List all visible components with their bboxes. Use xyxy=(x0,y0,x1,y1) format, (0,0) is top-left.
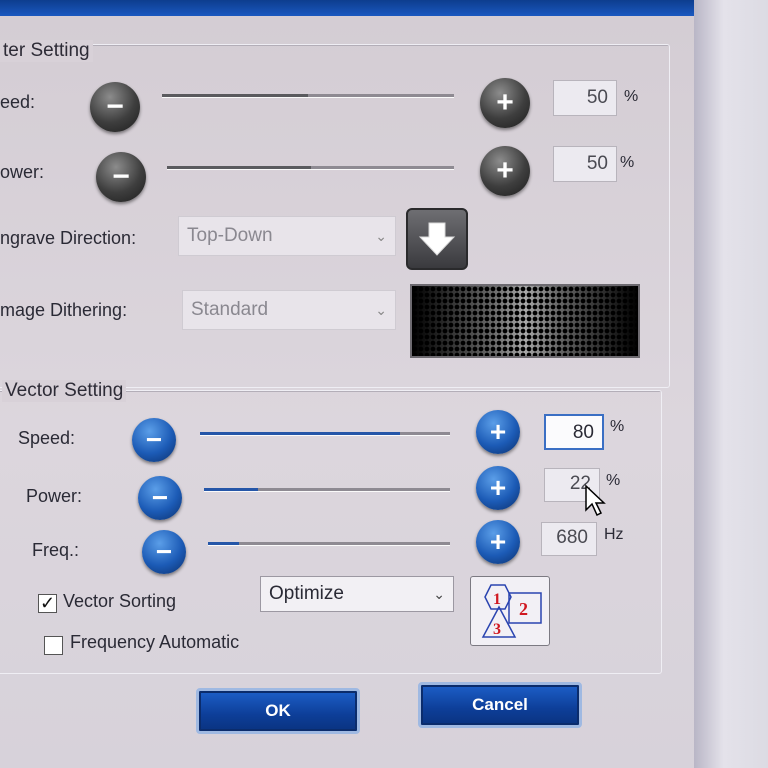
minus-icon: − xyxy=(112,160,130,193)
raster-power-increase-button[interactable]: + xyxy=(480,146,530,196)
frequency-automatic-checkbox[interactable] xyxy=(44,636,63,655)
window-title-bar xyxy=(0,0,700,16)
raster-setting-title: ter Setting xyxy=(0,40,93,62)
raster-power-unit: % xyxy=(620,154,635,171)
vector-freq-label: Freq.: xyxy=(32,540,80,560)
raster-power-label: ower: xyxy=(0,162,45,182)
raster-speed-input[interactable]: 50 xyxy=(553,80,617,116)
plus-icon: + xyxy=(489,526,507,557)
vector-speed-unit: % xyxy=(610,418,625,435)
minus-icon: − xyxy=(106,90,124,123)
engrave-direction-button[interactable] xyxy=(406,208,468,270)
raster-power-input[interactable]: 50 xyxy=(553,146,617,182)
vector-speed-label: Speed: xyxy=(18,428,76,448)
vector-speed-decrease-button[interactable]: − xyxy=(132,418,176,462)
vector-speed-input[interactable]: 80 xyxy=(544,414,604,450)
raster-speed-increase-button[interactable]: + xyxy=(480,78,530,128)
ok-button[interactable]: OK xyxy=(196,688,360,734)
chevron-down-icon: ⌄ xyxy=(375,302,387,318)
plus-icon: + xyxy=(489,472,507,503)
vector-power-slider-fill xyxy=(204,488,259,491)
vector-power-increase-button[interactable]: + xyxy=(476,466,520,510)
engrave-direction-label: ngrave Direction: xyxy=(0,228,137,248)
vector-sorting-checkbox[interactable]: ✓ xyxy=(38,594,57,613)
vector-sorting-value: Optimize xyxy=(269,583,344,604)
vector-freq-unit: Hz xyxy=(604,526,624,543)
image-dithering-label: mage Dithering: xyxy=(0,300,128,320)
window-background xyxy=(694,0,768,768)
sort-digit-1: 1 xyxy=(493,591,501,608)
minus-icon: − xyxy=(155,536,173,567)
minus-icon: − xyxy=(145,424,163,455)
plus-icon: + xyxy=(489,416,507,447)
raster-speed-label: eed: xyxy=(0,92,36,112)
vector-speed-increase-button[interactable]: + xyxy=(476,410,520,454)
vector-power-label: Power: xyxy=(26,486,83,506)
chevron-down-icon: ⌄ xyxy=(375,228,387,244)
vector-power-unit: % xyxy=(606,472,621,489)
plus-icon: + xyxy=(496,86,514,119)
plus-icon: + xyxy=(496,154,514,187)
raster-speed-decrease-button[interactable]: − xyxy=(90,82,140,132)
raster-speed-slider[interactable] xyxy=(162,94,454,98)
vector-sorting-select[interactable]: Optimize ⌄ xyxy=(260,576,454,612)
vector-freq-input[interactable]: 680 xyxy=(541,522,597,556)
settings-dialog: ter Setting eed: − + 50 % ower: − + 50 %… xyxy=(0,16,694,768)
raster-power-slider[interactable] xyxy=(167,166,454,170)
cancel-button[interactable]: Cancel xyxy=(418,682,582,728)
vector-freq-increase-button[interactable]: + xyxy=(476,520,520,564)
vector-power-slider[interactable] xyxy=(204,488,450,492)
engrave-direction-value: Top-Down xyxy=(187,225,273,246)
vector-freq-slider[interactable] xyxy=(208,542,450,546)
sort-digit-2: 2 xyxy=(519,599,528,619)
vector-speed-slider-fill xyxy=(200,432,400,435)
image-dithering-select[interactable]: Standard ⌄ xyxy=(182,290,396,330)
minus-icon: − xyxy=(151,482,169,513)
mouse-cursor-icon xyxy=(585,484,606,517)
dithering-preview xyxy=(410,284,640,358)
vector-speed-slider[interactable] xyxy=(200,432,450,436)
vector-freq-slider-fill xyxy=(208,542,240,545)
vector-sorting-label: Vector Sorting xyxy=(63,591,177,611)
frequency-automatic-label: Frequency Automatic xyxy=(70,632,240,652)
raster-speed-unit: % xyxy=(624,88,639,105)
vector-sort-order-icon: 1 2 3 xyxy=(481,584,542,638)
engrave-direction-select[interactable]: Top-Down ⌄ xyxy=(178,216,396,256)
sort-digit-3: 3 xyxy=(493,621,501,638)
vector-setting-title: Vector Setting xyxy=(2,380,127,402)
down-arrow-icon xyxy=(418,222,456,256)
vector-power-decrease-button[interactable]: − xyxy=(138,476,182,520)
raster-speed-slider-fill xyxy=(162,94,308,97)
raster-power-slider-fill xyxy=(167,166,311,169)
vector-freq-decrease-button[interactable]: − xyxy=(142,530,186,574)
image-dithering-value: Standard xyxy=(191,299,269,320)
vector-sort-order-button[interactable]: 1 2 3 xyxy=(470,576,550,646)
chevron-down-icon: ⌄ xyxy=(433,586,445,602)
raster-power-decrease-button[interactable]: − xyxy=(96,152,146,202)
